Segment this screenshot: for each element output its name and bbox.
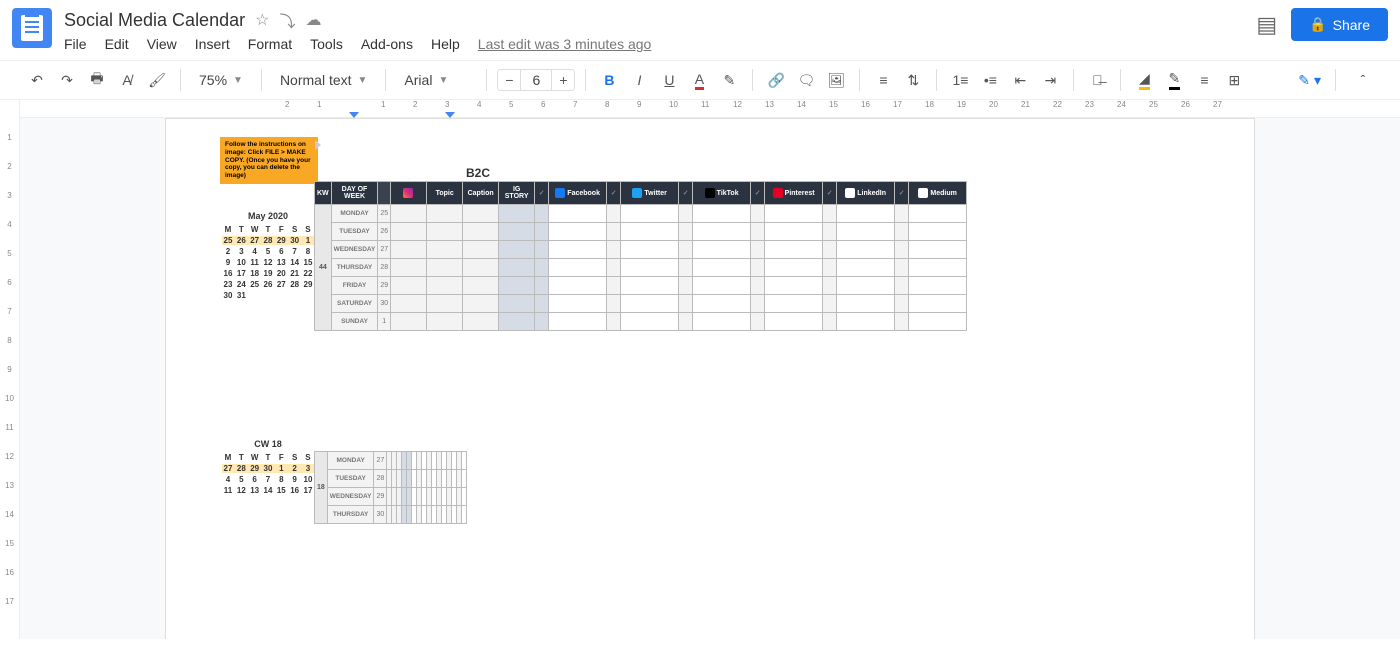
star-icon[interactable]: ☆ [255,10,269,30]
font-size-control: − 6 + [497,69,575,91]
fill-color-icon[interactable]: ◢ [1131,67,1157,93]
spellcheck-icon[interactable]: A̸ [114,67,140,93]
col-twitter: Twitter [621,182,679,205]
border-width-icon[interactable]: ≡ [1191,67,1217,93]
menu-format[interactable]: Format [248,36,292,52]
col-pinterest: Pinterest [765,182,823,205]
editing-mode[interactable]: ✎ ▾ [1298,72,1321,89]
col-tiktok: TikTok [693,182,751,205]
menu-view[interactable]: View [147,36,177,52]
border-style-icon[interactable]: ⊞ [1221,67,1247,93]
indent-increase-icon[interactable]: ⇥ [1037,67,1063,93]
indent-decrease-icon[interactable]: ⇤ [1007,67,1033,93]
schedule-table-week2: 18MONDAY27TUESDAY28WEDNESDAY29THURSDAY30 [314,451,467,524]
col-topic: Topic [427,182,463,205]
toolbar: ↶ ↷ 🖶 A̸ 🖌 75%▼ Normal text▼ Arial▼ − 6 … [0,61,1400,100]
b2c-label: B2C [466,166,490,180]
border-color-icon[interactable]: ✎ [1161,67,1187,93]
styles-select[interactable]: Normal text▼ [272,70,375,90]
menu-tools[interactable]: Tools [310,36,343,52]
menu-file[interactable]: File [64,36,87,52]
font-size-value[interactable]: 6 [520,70,552,90]
horizontal-ruler: 211 2345 6789 10111213 14151617 18192021… [20,100,1400,118]
zoom-select[interactable]: 75%▼ [191,70,251,90]
col-linkedin: LinkedIn [837,182,895,205]
docs-logo-icon[interactable] [12,8,52,48]
vertical-ruler: 123 4567 891011 12131415 1617 [0,100,20,639]
col-caption: Caption [463,182,499,205]
font-select[interactable]: Arial▼ [396,70,476,90]
italic-icon[interactable]: I [626,67,652,93]
underline-icon[interactable]: U [656,67,682,93]
text-color-icon[interactable]: A [686,67,712,93]
menu-addons[interactable]: Add-ons [361,36,413,52]
bold-icon[interactable]: B [596,67,622,93]
font-size-decrease[interactable]: − [498,72,520,88]
last-edit-link[interactable]: Last edit was 3 minutes ago [478,36,652,52]
clear-format-icon[interactable]: Ｔ̶ [1084,67,1110,93]
menu-edit[interactable]: Edit [105,36,129,52]
undo-icon[interactable]: ↶ [24,67,50,93]
comments-icon[interactable]: ▤ [1256,12,1277,38]
mini-calendar-cw18: CW 18 MTWTFSS 27282930123456789101112131… [222,439,314,497]
instruction-note: Follow the instructions on image: Click … [220,137,318,184]
share-button[interactable]: 🔒 Share [1291,8,1388,41]
col-medium: Medium [909,182,967,205]
bulleted-list-icon[interactable]: •≡ [977,67,1003,93]
paint-format-icon[interactable]: 🖌 [144,67,170,93]
col-dow: DAY OF WEEK [331,182,378,205]
schedule-table-week1: KW DAY OF WEEK Topic Caption IG STORY ✓ … [314,181,967,331]
menu-insert[interactable]: Insert [195,36,230,52]
move-icon[interactable]: ⤵ [279,8,295,32]
col-igstory: IG STORY [499,182,535,205]
redo-icon[interactable]: ↷ [54,67,80,93]
link-icon[interactable]: 🔗 [763,67,789,93]
line-spacing-icon[interactable]: ⇅ [900,67,926,93]
align-icon[interactable]: ≡ [870,67,896,93]
share-label: Share [1333,17,1370,33]
font-size-increase[interactable]: + [552,72,574,88]
highlight-icon[interactable]: ✎ [716,67,742,93]
numbered-list-icon[interactable]: 1≡ [947,67,973,93]
mini-calendar-may: May 2020 MTWTFSS 25262728293012345678910… [222,211,314,302]
col-kw: KW [315,182,332,205]
lock-icon: 🔒 [1309,16,1326,33]
comment-icon[interactable]: 🗨 [793,67,819,93]
document-page[interactable]: Follow the instructions on image: Click … [165,118,1255,639]
collapse-icon[interactable]: ˆ [1350,67,1376,93]
document-title[interactable]: Social Media Calendar [64,10,245,31]
menu-help[interactable]: Help [431,36,460,52]
cloud-icon[interactable]: ☁ [305,10,321,30]
image-icon[interactable]: 🖼 [823,67,849,93]
col-facebook: Facebook [549,182,607,205]
print-icon[interactable]: 🖶 [84,67,110,93]
col-instagram [391,182,427,205]
